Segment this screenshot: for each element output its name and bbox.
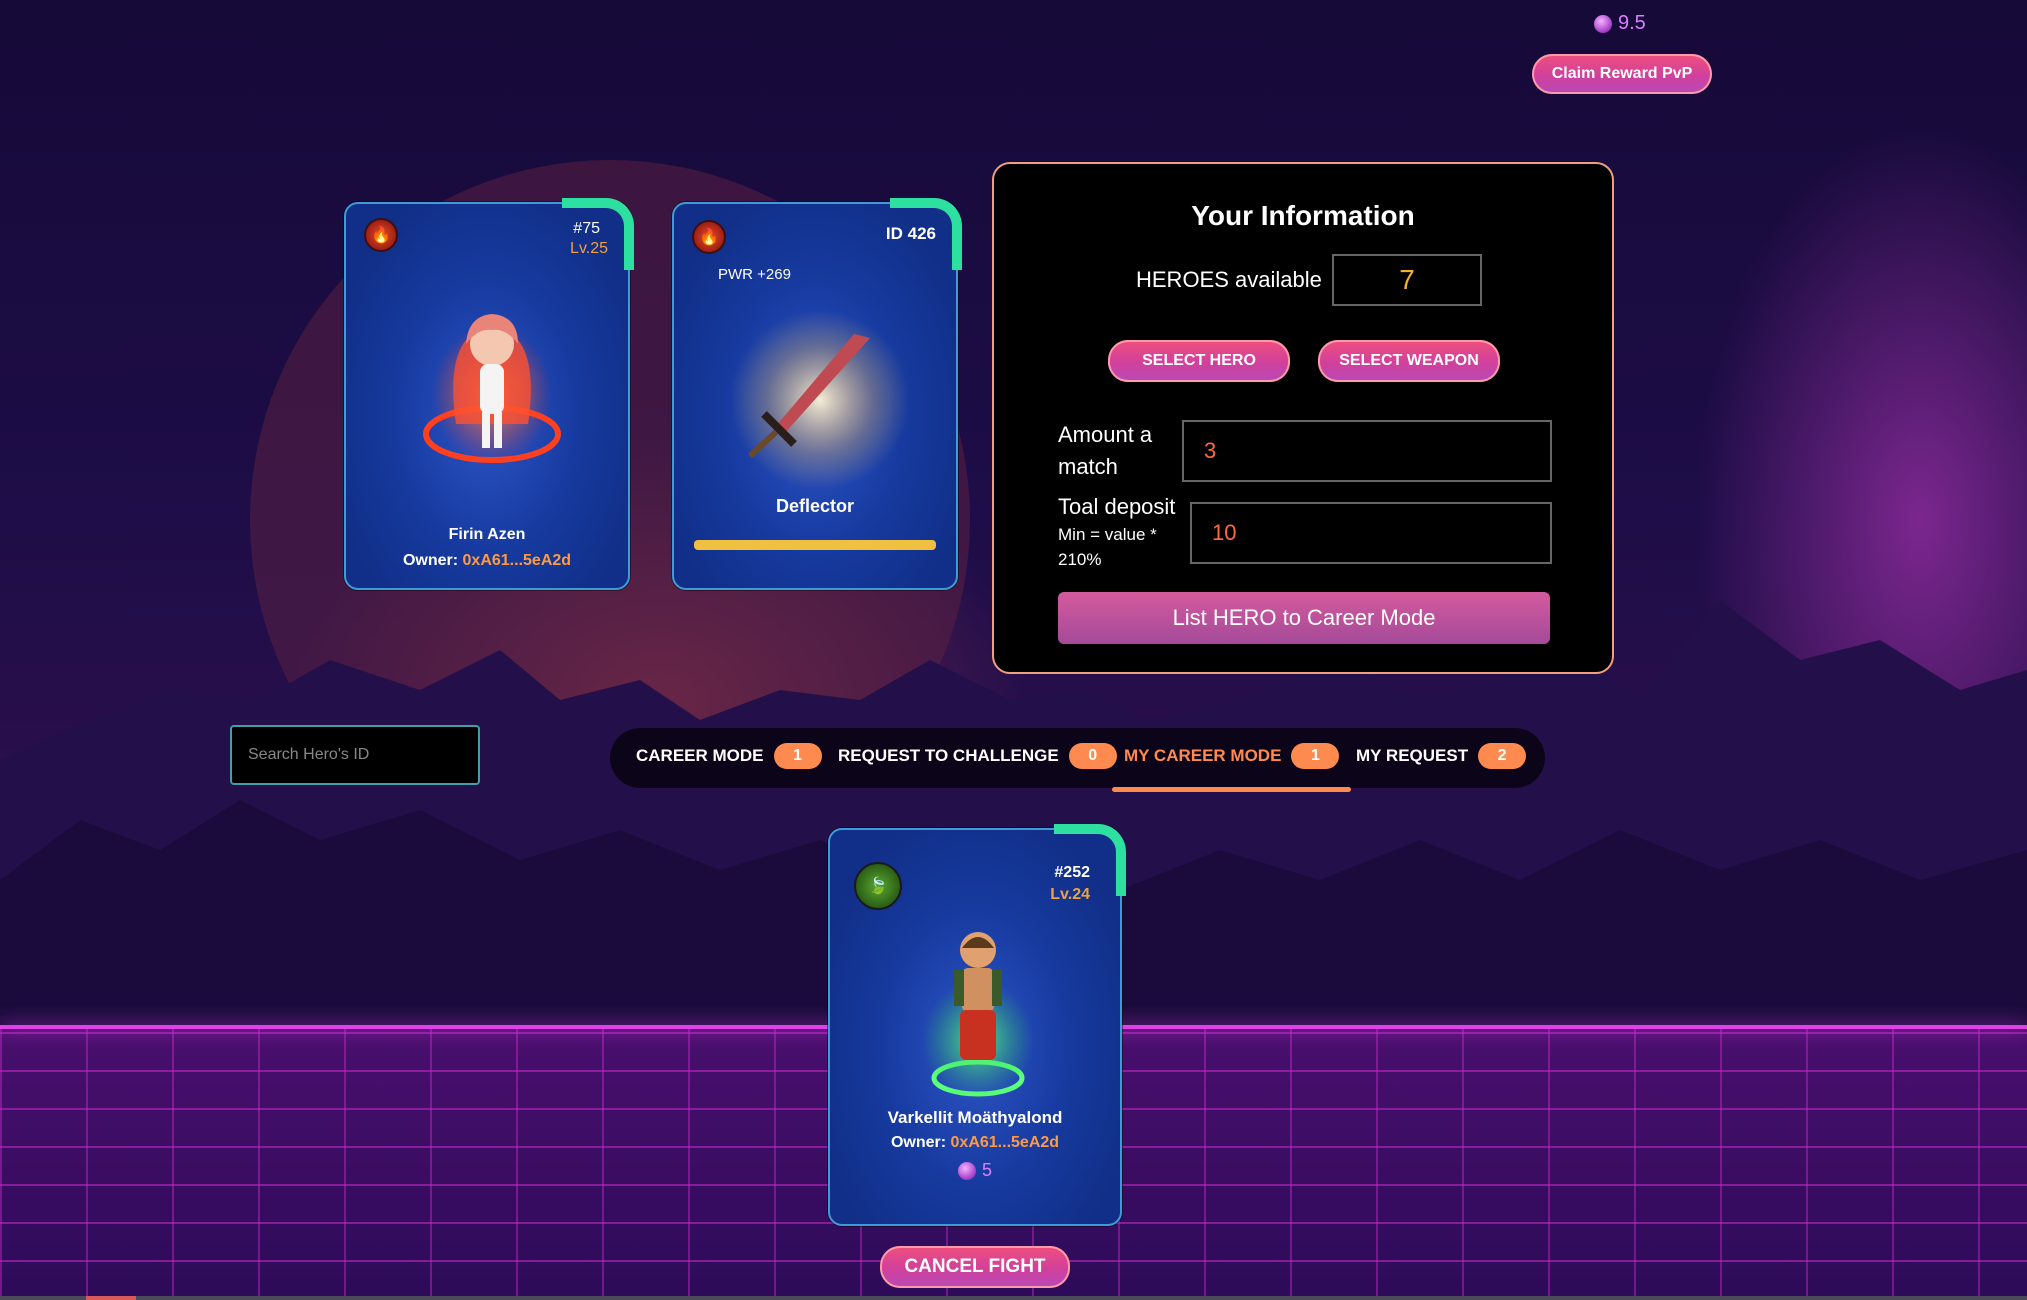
deposit-sub-line2: 210% bbox=[1058, 550, 1102, 569]
search-hero-id-input[interactable] bbox=[230, 725, 480, 785]
deposit-sub-line1: Min = value * bbox=[1058, 525, 1157, 544]
tab-count-badge: 1 bbox=[773, 743, 822, 769]
amount-label: Amount a match bbox=[1058, 419, 1152, 483]
tab-label: CAREER MODE bbox=[636, 746, 764, 765]
bottom-scrollbar[interactable] bbox=[0, 1296, 2027, 1300]
listed-hero-owner: Owner: 0xA61...5eA2d bbox=[830, 1134, 1120, 1152]
tab-count-badge: 1 bbox=[1291, 743, 1340, 769]
listed-hero-card[interactable]: 🍃 #252 Lv.24 Varkellit Moäthyalond Owner… bbox=[828, 824, 1126, 1226]
tab-my-request[interactable]: MY REQUEST 2 bbox=[1356, 728, 1527, 784]
coin-icon bbox=[957, 1161, 976, 1180]
listed-amount: 5 bbox=[830, 1160, 1120, 1181]
deposit-sub-label: Min = value * 210% bbox=[1058, 522, 1157, 572]
owner-label: Owner: bbox=[890, 1134, 947, 1151]
weapon-image bbox=[730, 310, 910, 490]
tab-count-badge: 2 bbox=[1478, 743, 1527, 769]
selected-weapon-card[interactable]: 🔥 ID 426 PWR +269 Deflector bbox=[672, 198, 962, 590]
select-weapon-button[interactable]: SELECT WEAPON bbox=[1318, 340, 1500, 382]
tab-request-to-challenge[interactable]: REQUEST TO CHALLENGE 0 bbox=[838, 728, 1117, 784]
deposit-label: Toal deposit bbox=[1058, 494, 1176, 519]
owner-address: 0xA61...5eA2d bbox=[950, 1134, 1060, 1151]
claim-reward-button[interactable]: Claim Reward PvP bbox=[1532, 54, 1712, 94]
listed-hero-name: Varkellit Moäthyalond bbox=[887, 1108, 1063, 1127]
your-information-panel: Your Information HEROES available 7 SELE… bbox=[992, 162, 1614, 674]
mode-tabs: CAREER MODE 1 REQUEST TO CHALLENGE 0 MY … bbox=[610, 728, 1545, 792]
total-deposit-input[interactable] bbox=[1190, 502, 1552, 564]
tab-label: REQUEST TO CHALLENGE bbox=[838, 746, 1059, 765]
amount-label-line2: match bbox=[1058, 454, 1118, 479]
listed-amount-value: 5 bbox=[981, 1160, 992, 1180]
amount-label-line1: Amount a bbox=[1058, 422, 1153, 447]
cancel-fight-button[interactable]: CANCEL FIGHT bbox=[880, 1246, 1070, 1288]
reward-balance: 9.5 bbox=[1594, 12, 1646, 35]
hero-owner: Owner: 0xA61...5eA2d bbox=[346, 552, 628, 570]
amount-per-match-input[interactable] bbox=[1182, 420, 1552, 482]
tab-my-career-mode[interactable]: MY CAREER MODE 1 bbox=[1111, 728, 1352, 792]
owner-label: Owner: bbox=[402, 552, 459, 569]
select-hero-button[interactable]: SELECT HERO bbox=[1108, 340, 1290, 382]
heroes-available-label: HEROES available bbox=[1136, 267, 1322, 292]
list-hero-button[interactable]: List HERO to Career Mode bbox=[1058, 592, 1550, 644]
reward-balance-value: 9.5 bbox=[1618, 12, 1646, 34]
owner-address: 0xA61...5eA2d bbox=[462, 552, 572, 569]
hero-name: Firin Azen bbox=[448, 526, 526, 543]
tab-count-badge: 0 bbox=[1068, 743, 1117, 769]
selected-hero-card[interactable]: 🔥 #75 Lv.25 Firin Azen Owner: 0xA61...5e… bbox=[344, 198, 634, 590]
coin-icon bbox=[1594, 14, 1612, 33]
tab-label: MY REQUEST bbox=[1356, 746, 1469, 765]
weapon-durability-bar bbox=[694, 540, 936, 550]
tab-career-mode[interactable]: CAREER MODE 1 bbox=[636, 728, 822, 784]
weapon-durability-fill bbox=[694, 540, 936, 550]
weapon-name: Deflector bbox=[775, 496, 855, 516]
heroes-available-value: 7 bbox=[1332, 254, 1482, 306]
panel-title: Your Information bbox=[1191, 200, 1415, 231]
tab-label: MY CAREER MODE bbox=[1124, 746, 1282, 765]
scrollbar-thumb[interactable] bbox=[86, 1296, 136, 1300]
